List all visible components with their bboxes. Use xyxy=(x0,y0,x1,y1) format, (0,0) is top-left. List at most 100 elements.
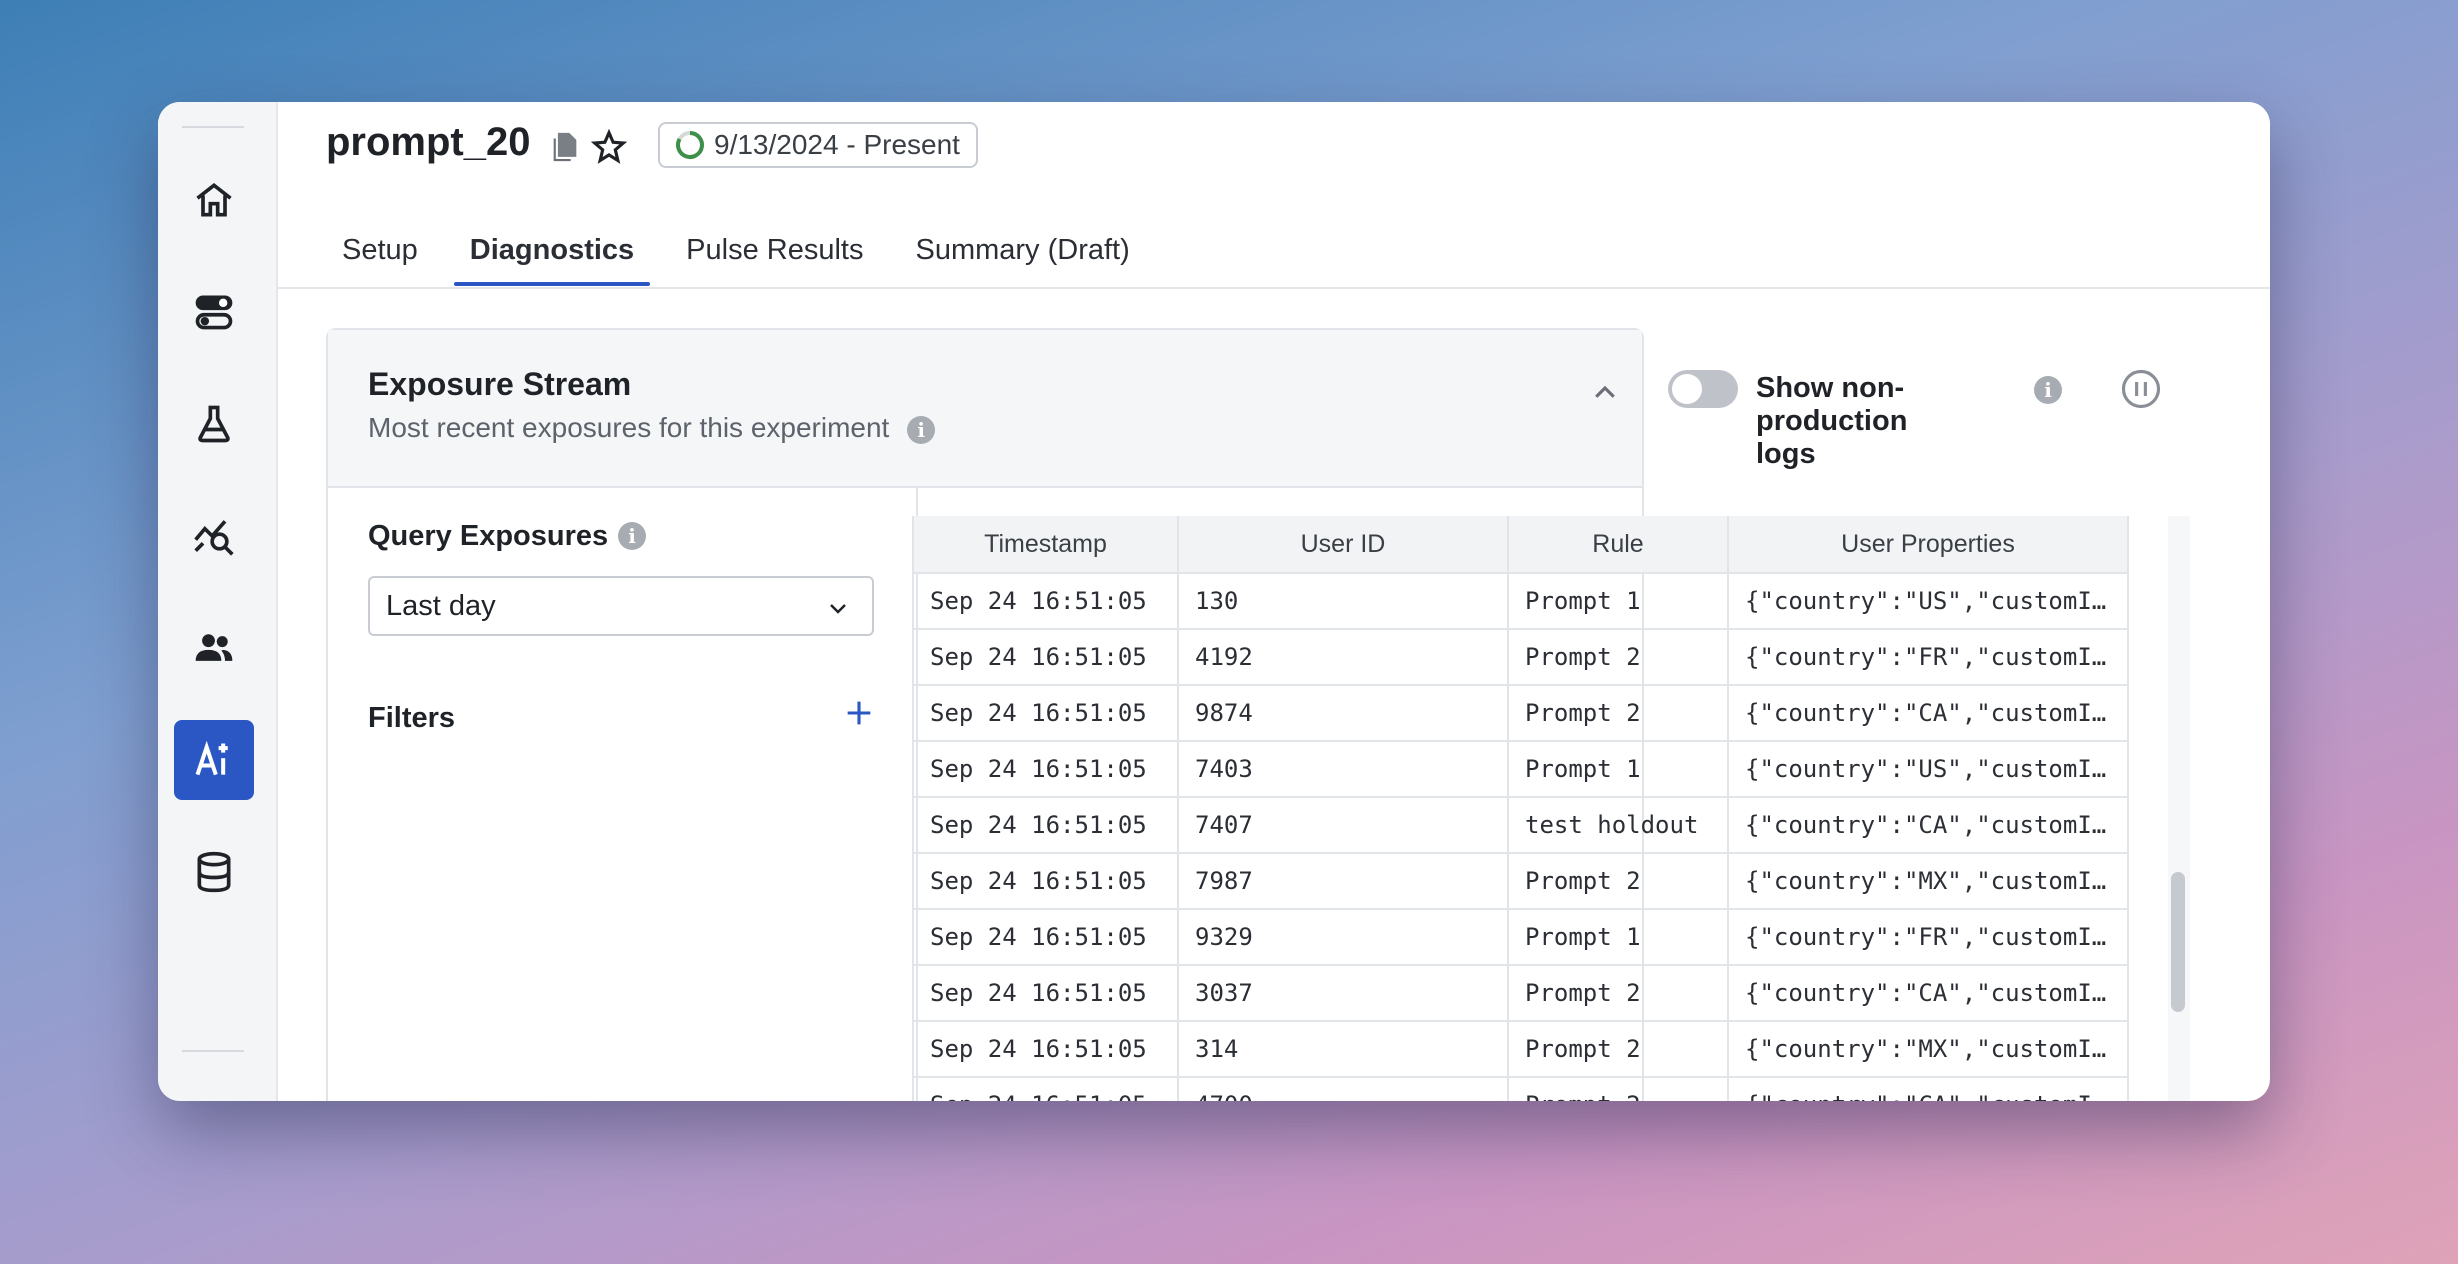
exposures-table: Timestamp User ID Rule User Properties S… xyxy=(914,516,2129,1101)
column-header-user-properties[interactable]: User Properties xyxy=(1728,516,2129,574)
database-icon xyxy=(197,851,231,893)
rule-cell: Prompt 2 xyxy=(1508,853,1729,910)
non-production-logs-toggle[interactable] xyxy=(1668,370,1738,408)
rule-cell: Prompt 2 xyxy=(1508,629,1729,686)
table-row[interactable]: Sep 24 16:51:05 314 Prompt 2 {"country":"MX… xyxy=(914,1021,2129,1078)
main-content: prompt_20 9/13/2024 - Present Setup Diag… xyxy=(278,102,2270,1101)
user-id-cell: 9874 xyxy=(1178,685,1509,742)
rule-cell: test holdout xyxy=(1508,797,1729,854)
query-panel: Query Exposures i Last day Filters xyxy=(328,486,918,1101)
table-row[interactable]: Sep 24 16:51:05 130 Prompt 1 {"country":"US… xyxy=(914,573,2129,630)
info-icon[interactable]: i xyxy=(907,415,936,444)
sidebar-item-users[interactable] xyxy=(174,608,254,688)
time-range-value: Last day xyxy=(386,589,496,622)
page-header: prompt_20 9/13/2024 - Present Setup Diag… xyxy=(278,102,2270,289)
user-properties-cell: {"country":"CA","customIDs": xyxy=(1728,685,2129,742)
toggle-knob xyxy=(1672,374,1702,404)
user-properties-cell: {"country":"CA","customIDs": xyxy=(1728,965,2129,1022)
timestamp-cell: Sep 24 16:51:05 xyxy=(914,909,1179,966)
rule-cell: Prompt 2 xyxy=(1508,965,1729,1022)
timestamp-cell: Sep 24 16:51:05 xyxy=(914,797,1179,854)
column-header-rule[interactable]: Rule xyxy=(1508,516,1729,574)
timestamp-cell: Sep 24 16:51:05 xyxy=(914,629,1179,686)
flask-icon xyxy=(198,405,230,443)
rule-cell: Prompt 2 xyxy=(1508,1021,1729,1078)
timestamp-cell: Sep 24 16:51:05 xyxy=(914,853,1179,910)
tab-pulse-results[interactable]: Pulse Results xyxy=(670,214,879,286)
analytics-icon xyxy=(194,520,234,556)
add-filter-icon[interactable] xyxy=(842,696,876,730)
filters-label: Filters xyxy=(368,702,456,734)
user-properties-cell: {"country":"FR","customIDs": xyxy=(1728,629,2129,686)
exposure-stream-title: Exposure Stream xyxy=(368,366,632,402)
table-row[interactable]: Sep 24 16:51:05 7403 Prompt 1 {"country":"U… xyxy=(914,741,2129,798)
rule-cell: Prompt 1 xyxy=(1508,741,1729,798)
table-row[interactable]: Sep 24 16:51:05 3037 Prompt 2 {"country":"C… xyxy=(914,965,2129,1022)
user-id-cell: 4700 xyxy=(1178,1077,1509,1101)
user-properties-cell: {"country":"FR","customIDs": xyxy=(1728,909,2129,966)
user-id-cell: 4192 xyxy=(1178,629,1509,686)
table-row[interactable]: Sep 24 16:51:05 9874 Prompt 2 {"country":"C… xyxy=(914,685,2129,742)
tab-bar: Setup Diagnostics Pulse Results Summary … xyxy=(326,214,1166,286)
sidebar-item-data[interactable] xyxy=(174,832,254,912)
star-icon[interactable] xyxy=(590,128,628,166)
sidebar-divider xyxy=(182,1050,244,1052)
pause-icon[interactable] xyxy=(2120,368,2162,410)
time-range-select[interactable]: Last day xyxy=(368,576,874,636)
user-properties-cell: {"country":"CA","customIDs": xyxy=(1728,1077,2129,1101)
date-range-badge[interactable]: 9/13/2024 - Present xyxy=(658,122,978,168)
page-title: prompt_20 xyxy=(326,120,531,164)
query-exposures-label: Query Exposures xyxy=(368,520,609,552)
exposure-stream-header: Exposure Stream Most recent exposures fo… xyxy=(328,330,2161,488)
chevron-down-icon xyxy=(830,604,846,614)
home-icon xyxy=(196,183,232,217)
timestamp-cell: Sep 24 16:51:05 xyxy=(914,965,1179,1022)
user-properties-cell: {"country":"US","customIDs": xyxy=(1728,741,2129,798)
table-row[interactable]: Sep 24 16:51:05 7987 Prompt 2 {"country":"M… xyxy=(914,853,2129,910)
tab-diagnostics[interactable]: Diagnostics xyxy=(453,214,651,286)
timestamp-cell: Sep 24 16:51:05 xyxy=(914,1021,1179,1078)
sidebar xyxy=(158,102,278,1101)
table-scrollbar[interactable] xyxy=(2168,516,2190,1101)
table-row[interactable]: Sep 24 16:51:05 7407 test holdout {"country… xyxy=(914,797,2129,854)
user-properties-cell: {"country":"CA","customIDs": xyxy=(1728,797,2129,854)
non-production-logs-label: Show non-production logs xyxy=(1756,372,1908,470)
ai-icon xyxy=(195,740,228,776)
table-row[interactable]: Sep 24 16:51:05 4192 Prompt 2 {"country":"F… xyxy=(914,629,2129,686)
user-id-cell: 9329 xyxy=(1178,909,1509,966)
info-icon[interactable]: i xyxy=(2034,376,2062,404)
rule-cell: Prompt 2 xyxy=(1508,685,1729,742)
copy-icon[interactable] xyxy=(548,128,582,166)
toggles-icon xyxy=(195,295,233,330)
sidebar-item-experiments[interactable] xyxy=(174,384,254,464)
progress-ring-icon xyxy=(676,131,704,159)
info-icon[interactable]: i xyxy=(618,522,646,550)
column-header-user-id[interactable]: User ID xyxy=(1178,516,1509,574)
user-id-cell: 7407 xyxy=(1178,797,1509,854)
app-window: prompt_20 9/13/2024 - Present Setup Diag… xyxy=(158,102,2270,1101)
sidebar-item-home[interactable] xyxy=(174,160,254,240)
users-icon xyxy=(195,634,233,661)
sidebar-item-analytics[interactable] xyxy=(174,496,254,576)
scrollbar-thumb[interactable] xyxy=(2171,872,2185,1012)
user-id-cell: 7987 xyxy=(1178,853,1509,910)
user-properties-cell: {"country":"US","customIDs": xyxy=(1728,573,2129,630)
tab-summary[interactable]: Summary (Draft) xyxy=(899,214,1145,286)
user-id-cell: 3037 xyxy=(1178,965,1509,1022)
rule-cell: Prompt 2 xyxy=(1508,1077,1729,1101)
sidebar-divider xyxy=(182,126,244,128)
table-row[interactable]: Sep 24 16:51:054700Prompt 2{"country":"C… xyxy=(914,1077,2129,1101)
sidebar-item-ai[interactable] xyxy=(174,720,254,800)
rule-cell: Prompt 1 xyxy=(1508,909,1729,966)
table-row[interactable]: Sep 24 16:51:05 9329 Prompt 1 {"country":"F… xyxy=(914,909,2129,966)
date-range-text: 9/13/2024 - Present xyxy=(714,129,960,160)
timestamp-cell: Sep 24 16:51:05 xyxy=(914,1077,1179,1101)
user-id-cell: 130 xyxy=(1178,573,1509,630)
sidebar-item-feature-gates[interactable] xyxy=(174,272,254,352)
exposure-stream-subtitle-text: Most recent exposures for this experimen… xyxy=(368,412,890,443)
exposures-table-container: Timestamp User ID Rule User Properties S… xyxy=(912,516,2172,1101)
column-header-timestamp[interactable]: Timestamp xyxy=(914,516,1179,574)
chevron-up-icon[interactable] xyxy=(1590,378,1620,408)
table-header-row: Timestamp User ID Rule User Properties xyxy=(914,516,2129,574)
tab-setup[interactable]: Setup xyxy=(326,214,434,286)
